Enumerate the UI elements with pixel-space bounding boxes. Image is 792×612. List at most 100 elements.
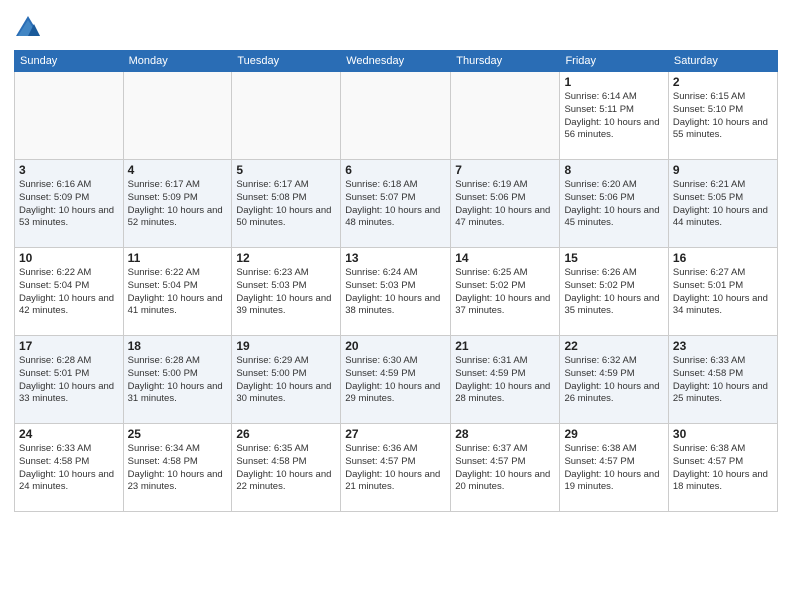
day-info: Sunrise: 6:28 AM Sunset: 5:00 PM Dayligh… (128, 355, 228, 406)
weekday-header-monday: Monday (123, 51, 232, 72)
day-info: Sunrise: 6:22 AM Sunset: 5:04 PM Dayligh… (128, 267, 228, 318)
day-cell: 18 Sunrise: 6:28 AM Sunset: 5:00 PM Dayli… (123, 336, 232, 424)
day-number: 27 (345, 427, 446, 441)
day-cell: 7 Sunrise: 6:19 AM Sunset: 5:06 PM Daylig… (451, 160, 560, 248)
day-info: Sunrise: 6:27 AM Sunset: 5:01 PM Dayligh… (673, 267, 773, 318)
day-info: Sunrise: 6:31 AM Sunset: 4:59 PM Dayligh… (455, 355, 555, 406)
week-row-4: 17 Sunrise: 6:28 AM Sunset: 5:01 PM Dayli… (15, 336, 778, 424)
day-cell (123, 72, 232, 160)
day-number: 6 (345, 163, 446, 177)
day-info: Sunrise: 6:29 AM Sunset: 5:00 PM Dayligh… (236, 355, 336, 406)
day-cell: 20 Sunrise: 6:30 AM Sunset: 4:59 PM Dayli… (341, 336, 451, 424)
day-cell (341, 72, 451, 160)
day-number: 7 (455, 163, 555, 177)
weekday-header-tuesday: Tuesday (232, 51, 341, 72)
day-info: Sunrise: 6:24 AM Sunset: 5:03 PM Dayligh… (345, 267, 446, 318)
day-number: 22 (564, 339, 663, 353)
weekday-header-saturday: Saturday (668, 51, 777, 72)
day-number: 30 (673, 427, 773, 441)
day-number: 19 (236, 339, 336, 353)
day-number: 1 (564, 75, 663, 89)
day-number: 28 (455, 427, 555, 441)
day-cell: 29 Sunrise: 6:38 AM Sunset: 4:57 PM Dayli… (560, 424, 668, 512)
calendar-page: SundayMondayTuesdayWednesdayThursdayFrid… (0, 0, 792, 612)
weekday-header-friday: Friday (560, 51, 668, 72)
day-number: 11 (128, 251, 228, 265)
day-cell: 2Sunrise: 6:15 AM Sunset: 5:10 PM Daylig… (668, 72, 777, 160)
day-cell: 25Sunrise: 6:34 AM Sunset: 4:58 PM Dayli… (123, 424, 232, 512)
day-cell: 4Sunrise: 6:17 AM Sunset: 5:09 PM Daylig… (123, 160, 232, 248)
day-cell: 28Sunrise: 6:37 AM Sunset: 4:57 PM Dayli… (451, 424, 560, 512)
day-number: 10 (19, 251, 119, 265)
weekday-header-wednesday: Wednesday (341, 51, 451, 72)
day-info: Sunrise: 6:38 AM Sunset: 4:57 PM Dayligh… (564, 443, 663, 494)
day-cell (451, 72, 560, 160)
day-cell: 22 Sunrise: 6:32 AM Sunset: 4:59 PM Dayli… (560, 336, 668, 424)
logo (14, 14, 46, 42)
day-number: 15 (564, 251, 663, 265)
day-cell: 26 Sunrise: 6:35 AM Sunset: 4:58 PM Dayli… (232, 424, 341, 512)
day-info: Sunrise: 6:38 AM Sunset: 4:57 PM Dayligh… (673, 443, 773, 494)
day-info: Sunrise: 6:16 AM Sunset: 5:09 PM Dayligh… (19, 179, 119, 230)
logo-icon (14, 14, 42, 42)
day-number: 21 (455, 339, 555, 353)
day-number: 26 (236, 427, 336, 441)
day-number: 8 (564, 163, 663, 177)
day-info: Sunrise: 6:28 AM Sunset: 5:01 PM Dayligh… (19, 355, 119, 406)
day-info: Sunrise: 6:25 AM Sunset: 5:02 PM Dayligh… (455, 267, 555, 318)
day-cell: 15 Sunrise: 6:26 AM Sunset: 5:02 PM Dayli… (560, 248, 668, 336)
day-info: Sunrise: 6:20 AM Sunset: 5:06 PM Dayligh… (564, 179, 663, 230)
day-number: 14 (455, 251, 555, 265)
day-cell: 1 Sunrise: 6:14 AM Sunset: 5:11 PM Daylig… (560, 72, 668, 160)
day-cell: 30 Sunrise: 6:38 AM Sunset: 4:57 PM Dayli… (668, 424, 777, 512)
day-number: 25 (128, 427, 228, 441)
day-cell (15, 72, 124, 160)
day-info: Sunrise: 6:30 AM Sunset: 4:59 PM Dayligh… (345, 355, 446, 406)
day-number: 23 (673, 339, 773, 353)
header (14, 10, 778, 42)
calendar-table: SundayMondayTuesdayWednesdayThursdayFrid… (14, 50, 778, 512)
day-cell: 23 Sunrise: 6:33 AM Sunset: 4:58 PM Dayli… (668, 336, 777, 424)
day-number: 16 (673, 251, 773, 265)
day-info: Sunrise: 6:23 AM Sunset: 5:03 PM Dayligh… (236, 267, 336, 318)
day-info: Sunrise: 6:15 AM Sunset: 5:10 PM Dayligh… (673, 91, 773, 142)
day-cell: 9 Sunrise: 6:21 AM Sunset: 5:05 PM Daylig… (668, 160, 777, 248)
day-number: 12 (236, 251, 336, 265)
day-cell: 3 Sunrise: 6:16 AM Sunset: 5:09 PM Daylig… (15, 160, 124, 248)
week-row-5: 24 Sunrise: 6:33 AM Sunset: 4:58 PM Dayli… (15, 424, 778, 512)
day-cell: 24 Sunrise: 6:33 AM Sunset: 4:58 PM Dayli… (15, 424, 124, 512)
day-cell (232, 72, 341, 160)
day-number: 24 (19, 427, 119, 441)
day-info: Sunrise: 6:14 AM Sunset: 5:11 PM Dayligh… (564, 91, 663, 142)
week-row-1: 1 Sunrise: 6:14 AM Sunset: 5:11 PM Daylig… (15, 72, 778, 160)
day-cell: 6Sunrise: 6:18 AM Sunset: 5:07 PM Daylig… (341, 160, 451, 248)
day-info: Sunrise: 6:35 AM Sunset: 4:58 PM Dayligh… (236, 443, 336, 494)
day-number: 17 (19, 339, 119, 353)
day-number: 3 (19, 163, 119, 177)
day-number: 9 (673, 163, 773, 177)
day-cell: 8 Sunrise: 6:20 AM Sunset: 5:06 PM Daylig… (560, 160, 668, 248)
day-cell: 19 Sunrise: 6:29 AM Sunset: 5:00 PM Dayli… (232, 336, 341, 424)
day-cell: 27 Sunrise: 6:36 AM Sunset: 4:57 PM Dayli… (341, 424, 451, 512)
day-info: Sunrise: 6:17 AM Sunset: 5:08 PM Dayligh… (236, 179, 336, 230)
day-info: Sunrise: 6:36 AM Sunset: 4:57 PM Dayligh… (345, 443, 446, 494)
day-number: 13 (345, 251, 446, 265)
weekday-header-sunday: Sunday (15, 51, 124, 72)
day-info: Sunrise: 6:19 AM Sunset: 5:06 PM Dayligh… (455, 179, 555, 230)
day-cell: 11 Sunrise: 6:22 AM Sunset: 5:04 PM Dayli… (123, 248, 232, 336)
week-row-3: 10 Sunrise: 6:22 AM Sunset: 5:04 PM Dayli… (15, 248, 778, 336)
day-number: 18 (128, 339, 228, 353)
day-info: Sunrise: 6:26 AM Sunset: 5:02 PM Dayligh… (564, 267, 663, 318)
day-info: Sunrise: 6:22 AM Sunset: 5:04 PM Dayligh… (19, 267, 119, 318)
day-info: Sunrise: 6:33 AM Sunset: 4:58 PM Dayligh… (19, 443, 119, 494)
day-number: 5 (236, 163, 336, 177)
day-cell: 13 Sunrise: 6:24 AM Sunset: 5:03 PM Dayli… (341, 248, 451, 336)
day-cell: 12 Sunrise: 6:23 AM Sunset: 5:03 PM Dayli… (232, 248, 341, 336)
day-number: 4 (128, 163, 228, 177)
day-number: 29 (564, 427, 663, 441)
day-info: Sunrise: 6:21 AM Sunset: 5:05 PM Dayligh… (673, 179, 773, 230)
day-info: Sunrise: 6:33 AM Sunset: 4:58 PM Dayligh… (673, 355, 773, 406)
day-info: Sunrise: 6:32 AM Sunset: 4:59 PM Dayligh… (564, 355, 663, 406)
day-cell: 17 Sunrise: 6:28 AM Sunset: 5:01 PM Dayli… (15, 336, 124, 424)
day-number: 20 (345, 339, 446, 353)
